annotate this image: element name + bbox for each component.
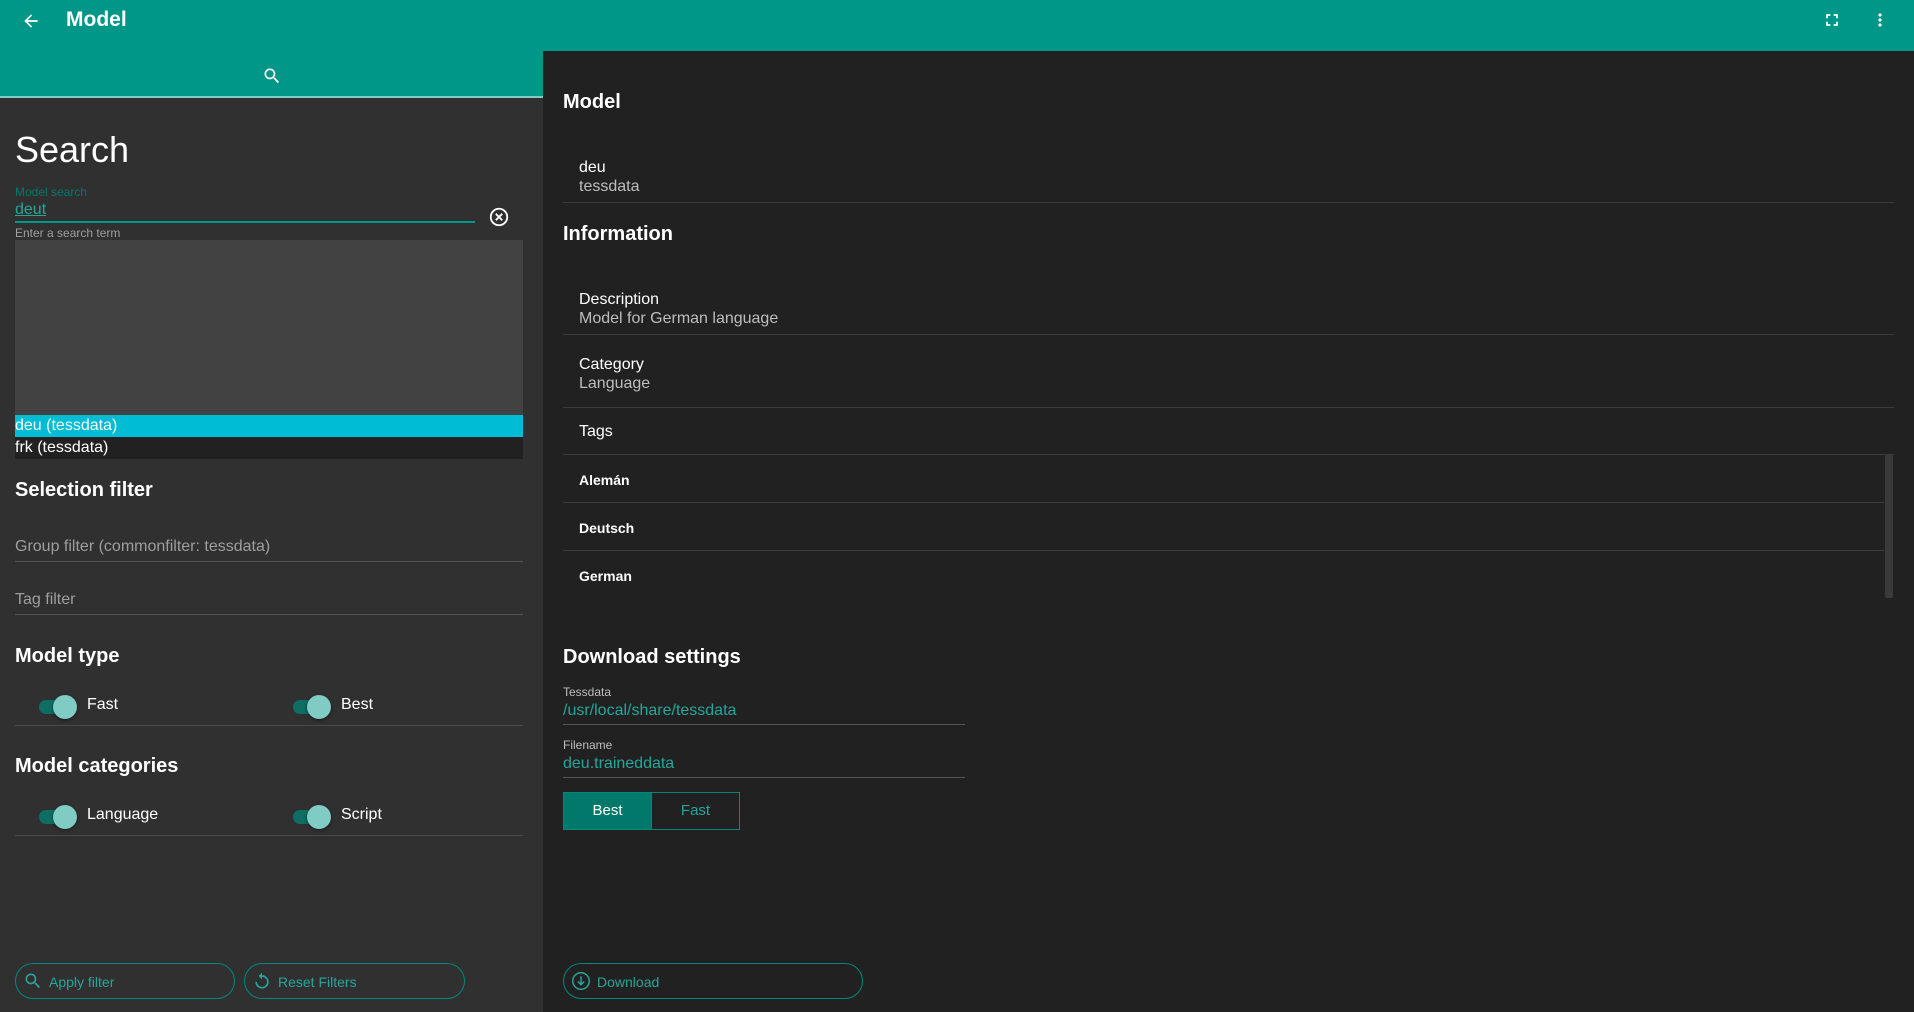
search-icon <box>22 970 44 992</box>
download-icon <box>570 970 592 992</box>
model-item: deu tessdata <box>563 147 1894 203</box>
fullscreen-button[interactable] <box>1820 8 1844 32</box>
download-label: Download <box>597 974 660 990</box>
suggestion-item[interactable]: deu (tessdata) <box>15 415 523 437</box>
category-value: Language <box>579 375 651 392</box>
language-label: Language <box>87 806 159 823</box>
language-toggle[interactable] <box>37 803 79 829</box>
download-button[interactable]: Download <box>563 963 863 999</box>
app-bar: Model <box>0 0 1914 51</box>
script-label: Script <box>341 806 382 823</box>
reset-icon <box>251 970 273 992</box>
search-panel: Search Model search Enter a search term … <box>0 51 543 1012</box>
fullscreen-icon <box>1826 14 1838 26</box>
script-toggle[interactable] <box>291 803 333 829</box>
search-suggestions: deu (tessdata) frk (tessdata) <box>15 240 523 459</box>
selection-filter-heading: Selection filter <box>15 479 153 501</box>
tag-filter-field[interactable]: Tag filter <box>15 589 523 615</box>
best-toggle[interactable] <box>291 693 333 719</box>
tab-search[interactable] <box>260 64 284 88</box>
search-hint: Enter a search term <box>15 226 121 240</box>
best-segment-button[interactable]: Best <box>563 792 652 830</box>
tags-list: Alemán Deutsch German <box>543 455 1914 598</box>
tag-item[interactable]: Alemán <box>563 455 1884 503</box>
model-type-heading: Model type <box>15 645 120 667</box>
arrow-back-icon <box>24 14 38 28</box>
search-tab-bar <box>0 51 543 98</box>
model-search-label: Model search <box>15 185 88 199</box>
model-heading: Model <box>563 91 621 113</box>
group-filter-field[interactable]: Group filter (commonfilter: tessdata) <box>15 536 523 562</box>
tag-label: German <box>579 568 632 584</box>
model-name: deu <box>579 159 606 176</box>
model-categories-heading: Model categories <box>15 755 179 777</box>
more-vert-icon <box>1878 13 1882 27</box>
tag-label: Alemán <box>579 472 630 488</box>
tags-label: Tags <box>579 423 613 440</box>
model-type-row: Fast Best <box>15 686 523 726</box>
tessdata-path-field[interactable]: /usr/local/share/tessdata <box>563 701 965 725</box>
model-search-input[interactable] <box>15 199 475 223</box>
tag-item[interactable]: Deutsch <box>563 503 1884 551</box>
page-title: Model <box>66 8 127 31</box>
description-label: Description <box>579 291 660 308</box>
clear-search-button[interactable] <box>487 205 511 229</box>
model-source: tessdata <box>579 178 640 195</box>
download-settings-heading: Download settings <box>563 646 741 668</box>
filename-label: Filename <box>563 738 613 752</box>
information-heading: Information <box>563 223 673 245</box>
clear-circle-icon <box>489 207 509 227</box>
apply-filter-label: Apply filter <box>49 974 115 990</box>
tags-item: Tags <box>563 409 1894 455</box>
tags-scrollbar[interactable] <box>1885 455 1893 598</box>
fast-toggle[interactable] <box>37 693 79 719</box>
apply-filter-button[interactable]: Apply filter <box>15 963 235 999</box>
fast-segment-button[interactable]: Fast <box>651 792 740 830</box>
fast-label: Fast <box>87 696 119 713</box>
tessdata-label: Tessdata <box>563 685 612 699</box>
description-value: Model for German language <box>579 310 779 327</box>
filename-field[interactable]: deu.traineddata <box>563 754 965 778</box>
model-categories-row: Language Script <box>15 796 523 836</box>
search-icon <box>264 68 279 83</box>
back-button[interactable] <box>18 8 44 34</box>
suggestion-item[interactable]: frk (tessdata) <box>15 437 523 459</box>
description-item: Description Model for German language <box>563 279 1894 335</box>
category-label: Category <box>579 356 644 373</box>
model-detail-panel: Model deu tessdata Information Descripti… <box>543 51 1914 1012</box>
tag-label: Deutsch <box>579 520 635 536</box>
more-options-button[interactable] <box>1868 8 1892 32</box>
reset-filters-button[interactable]: Reset Filters <box>244 963 465 999</box>
best-label: Best <box>341 696 374 713</box>
category-item: Category Language <box>563 336 1894 408</box>
tag-item[interactable]: German <box>563 551 1884 598</box>
reset-filters-label: Reset Filters <box>278 974 357 990</box>
search-heading: Search <box>15 129 130 170</box>
